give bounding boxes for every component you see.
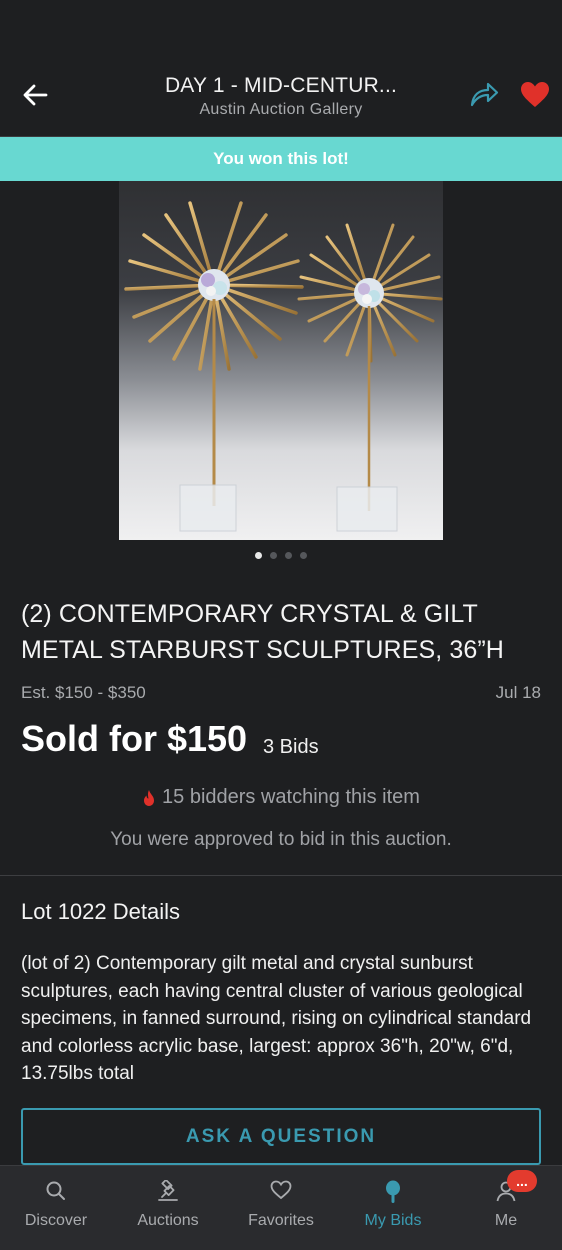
tab-discover[interactable]: Discover <box>0 1166 112 1250</box>
lot-date: Jul 18 <box>495 683 541 702</box>
tab-my-bids[interactable]: My Bids <box>337 1166 449 1250</box>
top-app-bar: DAY 1 - MID-CENTUR... Austin Auction Gal… <box>0 0 562 137</box>
auction-house-name[interactable]: Austin Auction Gallery <box>120 101 442 119</box>
back-button[interactable] <box>20 80 50 110</box>
tab-favorites[interactable]: Favorites <box>225 1166 337 1250</box>
arrow-left-icon <box>23 84 48 106</box>
bottom-tab-bar: Discover Auctions Favorites My Bids ... … <box>0 1165 562 1250</box>
tab-label: Favorites <box>248 1212 314 1229</box>
image-pager[interactable] <box>0 552 562 559</box>
sculpture-illustration <box>124 197 443 532</box>
section-divider <box>0 875 562 876</box>
ask-question-button[interactable]: ASK A QUESTION <box>21 1108 541 1165</box>
paddle-icon <box>386 1180 400 1203</box>
approval-status: You were approved to bid in this auction… <box>110 829 452 850</box>
share-icon <box>470 82 499 107</box>
search-icon <box>46 1181 65 1200</box>
share-button[interactable] <box>468 80 502 110</box>
sold-price: Sold for $150 <box>21 718 248 759</box>
favorite-button[interactable] <box>520 81 552 111</box>
auction-title: DAY 1 - MID-CENTUR... <box>164 74 398 97</box>
pager-dot[interactable] <box>300 552 307 559</box>
lot-image[interactable] <box>119 181 443 540</box>
tab-label: Discover <box>24 1212 88 1229</box>
won-lot-banner: You won this lot! <box>0 137 562 181</box>
heart-icon <box>521 82 549 107</box>
flame-icon <box>144 789 155 806</box>
pager-dot[interactable] <box>270 552 277 559</box>
tab-label: Auctions <box>137 1212 199 1229</box>
details-description: (lot of 2) Contemporary gilt metal and c… <box>21 953 532 1084</box>
pager-dot[interactable] <box>255 552 262 559</box>
notification-badge: ... <box>507 1170 537 1192</box>
lot-title: (2) CONTEMPORARY CRYSTAL & GILT METAL ST… <box>21 600 504 664</box>
watchers-text: 15 bidders watching this item <box>162 786 420 808</box>
pager-dot[interactable] <box>285 552 292 559</box>
tab-label: My Bids <box>364 1212 422 1229</box>
heart-outline-icon <box>270 1180 292 1200</box>
gavel-icon <box>158 1180 178 1201</box>
watchers-info: 15 bidders watching this item <box>0 786 562 809</box>
tab-me[interactable]: ... Me <box>450 1166 562 1250</box>
bid-count[interactable]: 3 Bids <box>263 736 319 759</box>
details-heading: Lot 1022 Details <box>21 899 180 924</box>
tab-auctions[interactable]: Auctions <box>112 1166 224 1250</box>
tab-label: Me <box>494 1212 518 1229</box>
estimate: Est. $150 - $350 <box>21 683 146 702</box>
